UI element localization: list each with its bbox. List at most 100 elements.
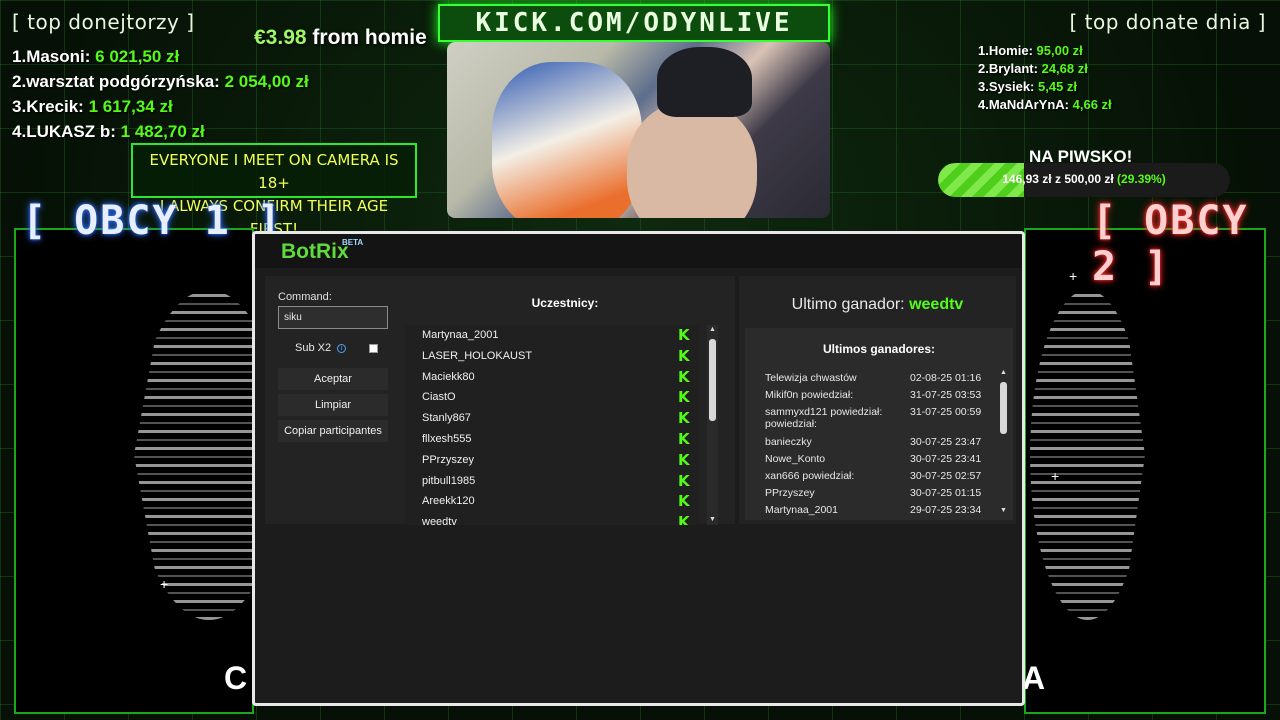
- donor-name: Homie:: [988, 43, 1033, 58]
- cam-subject-right: [627, 102, 757, 218]
- donor-rank: 4.: [12, 122, 27, 141]
- scroll-up-icon[interactable]: ▲: [707, 325, 718, 335]
- donor-amount: 1 617,34 zł: [88, 97, 173, 116]
- donor-rank: 2.: [978, 61, 989, 76]
- donor-amount: 5,45 zł: [1038, 79, 1078, 94]
- donor-name: Krecik:: [26, 97, 84, 116]
- winner-name: Mikif0n powiedział:: [765, 389, 854, 401]
- goal-progress-bar: 146,93 zł z 500,00 zł (29.39%): [938, 163, 1230, 197]
- command-label: Command:: [278, 291, 332, 303]
- scroll-down-icon[interactable]: ▼: [707, 515, 718, 525]
- donor-rank: 1.: [978, 43, 989, 58]
- accept-button[interactable]: Aceptar: [278, 368, 388, 390]
- donor-row: 1.Homie: 95,00 zł: [978, 42, 1266, 60]
- participants-list: Martynaa_2001 K LASER_HOLOKAUST K Maciekk80 K…: [405, 325, 699, 525]
- botrix-logo: BotRix: [281, 240, 349, 263]
- top-donate-today-panel: [ top donate dnia ] 1.Homie: 95,00 zł 2.B…: [966, 10, 1266, 114]
- donor-rank: 4.: [978, 97, 989, 112]
- sub-x2-option: Sub X2 i: [295, 342, 347, 354]
- winners-scroll-thumb[interactable]: [1000, 382, 1007, 434]
- participant-row[interactable]: pitbull1985 K: [405, 471, 699, 492]
- winner-name: sammyxd121 powiedział: powiedział:: [765, 406, 883, 430]
- participant-row[interactable]: weedtv K: [405, 512, 699, 525]
- donor-rank: 1.: [12, 47, 27, 66]
- participant-name: Maciekk80: [422, 370, 475, 383]
- participant-name: PPrzyszey: [422, 453, 474, 466]
- donor-amount: 1 482,70 zł: [120, 122, 205, 141]
- winner-date: 31-07-25 00:59: [910, 406, 982, 418]
- winner-date: 30-07-25 23:47: [910, 436, 982, 448]
- scroll-up-icon[interactable]: ▲: [998, 368, 1009, 378]
- last-winner: Ultimo ganador: weedtv: [739, 296, 1016, 314]
- donor-name: MaNdArYnA:: [988, 97, 1070, 112]
- age-disclaimer: EVERYONE I MEET ON CAMERA IS 18+ I ALWAY…: [131, 143, 417, 238]
- goal-percent: (29.39%): [1117, 172, 1166, 186]
- participant-row[interactable]: Areekk120 K: [405, 491, 699, 512]
- participant-row[interactable]: CiastO K: [405, 387, 699, 408]
- kick-platform-icon: K: [678, 471, 690, 490]
- giveaway-controls-panel: Command: Sub X2 i Aceptar Limpiar Copiar…: [265, 276, 735, 525]
- participant-row[interactable]: fllxesh555 K: [405, 429, 699, 450]
- donor-row: 2.warsztat podgórzyńska: 2 054,00 zł: [12, 69, 342, 94]
- kick-platform-icon: K: [678, 409, 690, 428]
- cam-subject-hat: [657, 47, 752, 117]
- donor-row: 3.Sysiek: 5,45 zł: [978, 78, 1266, 96]
- winners-scrollbar[interactable]: ▲ ▼: [998, 368, 1009, 516]
- donor-row: 4.LUKASZ b: 1 482,70 zł: [12, 119, 342, 144]
- participant-name: pitbull1985: [422, 474, 476, 487]
- clear-button[interactable]: Limpiar: [278, 394, 388, 416]
- winner-row: Mikif0n powiedział: 31-07-25 03:53: [765, 389, 995, 401]
- disclaimer-line-1: EVERYONE I MEET ON CAMERA IS 18+: [149, 151, 399, 192]
- copy-participants-button[interactable]: Copiar participantes: [278, 420, 388, 442]
- participants-scrollbar[interactable]: ▲ ▼: [707, 325, 718, 525]
- winner-row: PPrzyszey 30-07-25 01:15: [765, 487, 995, 499]
- donor-name: LUKASZ b:: [26, 122, 116, 141]
- winner-name: Martynaa_2001: [765, 504, 838, 516]
- sparkle-icon: +: [1069, 268, 1078, 284]
- donor-rank: 2.: [12, 72, 27, 91]
- participant-row[interactable]: PPrzyszey K: [405, 450, 699, 471]
- winner-row: Telewizja chwastów 02-08-25 01:16: [765, 372, 995, 384]
- participant-row[interactable]: Maciekk80 K: [405, 367, 699, 388]
- participant-row[interactable]: Stanly867 K: [405, 408, 699, 429]
- bottom-right-text: A: [1022, 660, 1046, 696]
- info-icon[interactable]: i: [337, 343, 347, 353]
- participant-row[interactable]: Martynaa_2001 K: [405, 325, 699, 346]
- tip-alert: €3.98 from homie: [254, 26, 427, 50]
- donor-name: Masoni:: [26, 47, 91, 66]
- winner-row: Martynaa_2001 29-07-25 23:34: [765, 504, 995, 516]
- sub-x2-label: Sub X2: [295, 342, 332, 354]
- donor-amount: 24,68 zł: [1041, 61, 1088, 76]
- winner-date: 31-07-25 03:53: [910, 389, 982, 401]
- winner-row: xan666 powiedział: 30-07-25 02:57: [765, 470, 995, 482]
- goal-current: 146,93 zł: [1002, 172, 1052, 186]
- obcy-2-label: [ OBCY 2 ]: [1092, 198, 1249, 290]
- participants-scroll-thumb[interactable]: [709, 339, 716, 421]
- participant-row[interactable]: LASER_HOLOKAUST K: [405, 346, 699, 367]
- goal-progress-text: 146,93 zł z 500,00 zł (29.39%): [938, 172, 1230, 186]
- webcam-feed: [447, 42, 830, 218]
- winner-date: 30-07-25 01:15: [910, 487, 982, 499]
- tip-from: from homie: [312, 26, 427, 49]
- top-donors-list: 1.Masoni: 6 021,50 zł 2.warsztat podgórzy…: [12, 44, 342, 144]
- last-winner-name: weedtv: [909, 296, 964, 313]
- winner-name: Telewizja chwastów: [765, 372, 857, 384]
- sub-x2-checkbox[interactable]: [369, 344, 378, 353]
- donor-name: warsztat podgórzyńska:: [26, 72, 220, 91]
- command-input[interactable]: [278, 306, 388, 329]
- bottom-left-text: C: [224, 660, 248, 696]
- winner-name: banieczky: [765, 436, 812, 448]
- winners-panel: Ultimo ganador: weedtv Ultimos ganadores…: [739, 276, 1016, 524]
- kick-platform-icon: K: [678, 450, 690, 469]
- participant-name: CiastO: [422, 391, 456, 404]
- sparkle-icon: +: [1051, 468, 1060, 484]
- donor-name: Brylant:: [988, 61, 1038, 76]
- participant-name: Areekk120: [422, 495, 475, 508]
- kick-platform-icon: K: [678, 388, 690, 407]
- scroll-down-icon[interactable]: ▼: [998, 506, 1009, 516]
- winner-row: banieczky 30-07-25 23:47: [765, 436, 995, 448]
- top-donate-today-title: [ top donate dnia ]: [1069, 10, 1266, 34]
- winner-name: Nowe_Konto: [765, 453, 826, 465]
- kick-platform-icon: K: [678, 367, 690, 386]
- kick-platform-icon: K: [678, 429, 690, 448]
